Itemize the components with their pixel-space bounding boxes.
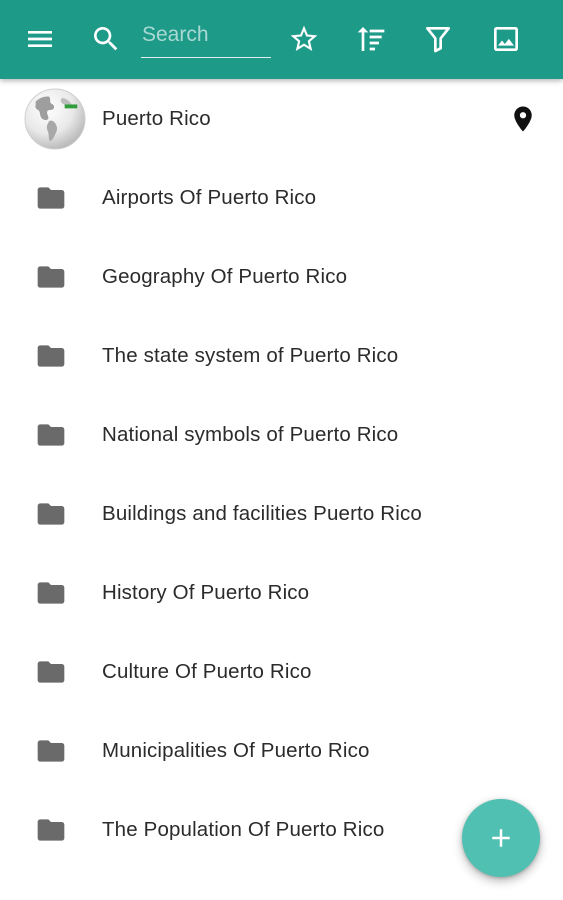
list-item-folder[interactable]: Culture Of Puerto Rico: [0, 632, 563, 711]
list-item-folder[interactable]: Geography Of Puerto Rico: [0, 237, 563, 316]
globe-icon: [0, 79, 102, 158]
list-item-folder[interactable]: National symbols of Puerto Rico: [0, 395, 563, 474]
folder-icon: [0, 158, 102, 237]
folder-icon: [0, 237, 102, 316]
folder-icon: [0, 395, 102, 474]
image-icon[interactable]: [484, 17, 528, 61]
list-item-label: Buildings and facilities Puerto Rico: [102, 501, 422, 525]
search-input[interactable]: [141, 18, 271, 52]
folder-icon: [0, 790, 102, 869]
list-item-label: The Population Of Puerto Rico: [102, 817, 385, 841]
sort-icon[interactable]: [349, 17, 393, 61]
category-list: Puerto Rico Airports Of Puerto Rico Geog…: [0, 79, 563, 869]
folder-icon: [0, 553, 102, 632]
list-item-label: Geography Of Puerto Rico: [102, 264, 348, 288]
list-item-label: Airports Of Puerto Rico: [102, 185, 317, 209]
list-item-label: History Of Puerto Rico: [102, 580, 310, 604]
folder-icon: [0, 316, 102, 395]
folder-icon: [0, 474, 102, 553]
search-icon[interactable]: [84, 17, 128, 61]
list-item-folder[interactable]: History Of Puerto Rico: [0, 553, 563, 632]
star-icon[interactable]: [282, 17, 326, 61]
list-item-folder[interactable]: Buildings and facilities Puerto Rico: [0, 474, 563, 553]
search-field[interactable]: [141, 18, 271, 58]
list-item-label: Puerto Rico: [102, 106, 211, 130]
list-item-puerto-rico[interactable]: Puerto Rico: [0, 79, 563, 158]
location-pin-icon[interactable]: [503, 79, 543, 158]
plus-icon: [492, 829, 510, 847]
folder-icon: [0, 711, 102, 790]
list-item-label: Culture Of Puerto Rico: [102, 659, 312, 683]
list-item-folder[interactable]: Airports Of Puerto Rico: [0, 158, 563, 237]
list-item-folder[interactable]: Municipalities Of Puerto Rico: [0, 711, 563, 790]
list-item-label: Municipalities Of Puerto Rico: [102, 738, 370, 762]
folder-icon: [0, 632, 102, 711]
app-toolbar: [0, 0, 563, 79]
list-item-label: The state system of Puerto Rico: [102, 343, 399, 367]
menu-icon[interactable]: [18, 17, 62, 61]
filter-icon[interactable]: [416, 17, 460, 61]
list-item-folder[interactable]: The state system of Puerto Rico: [0, 316, 563, 395]
add-button[interactable]: [462, 799, 540, 877]
list-item-label: National symbols of Puerto Rico: [102, 422, 399, 446]
